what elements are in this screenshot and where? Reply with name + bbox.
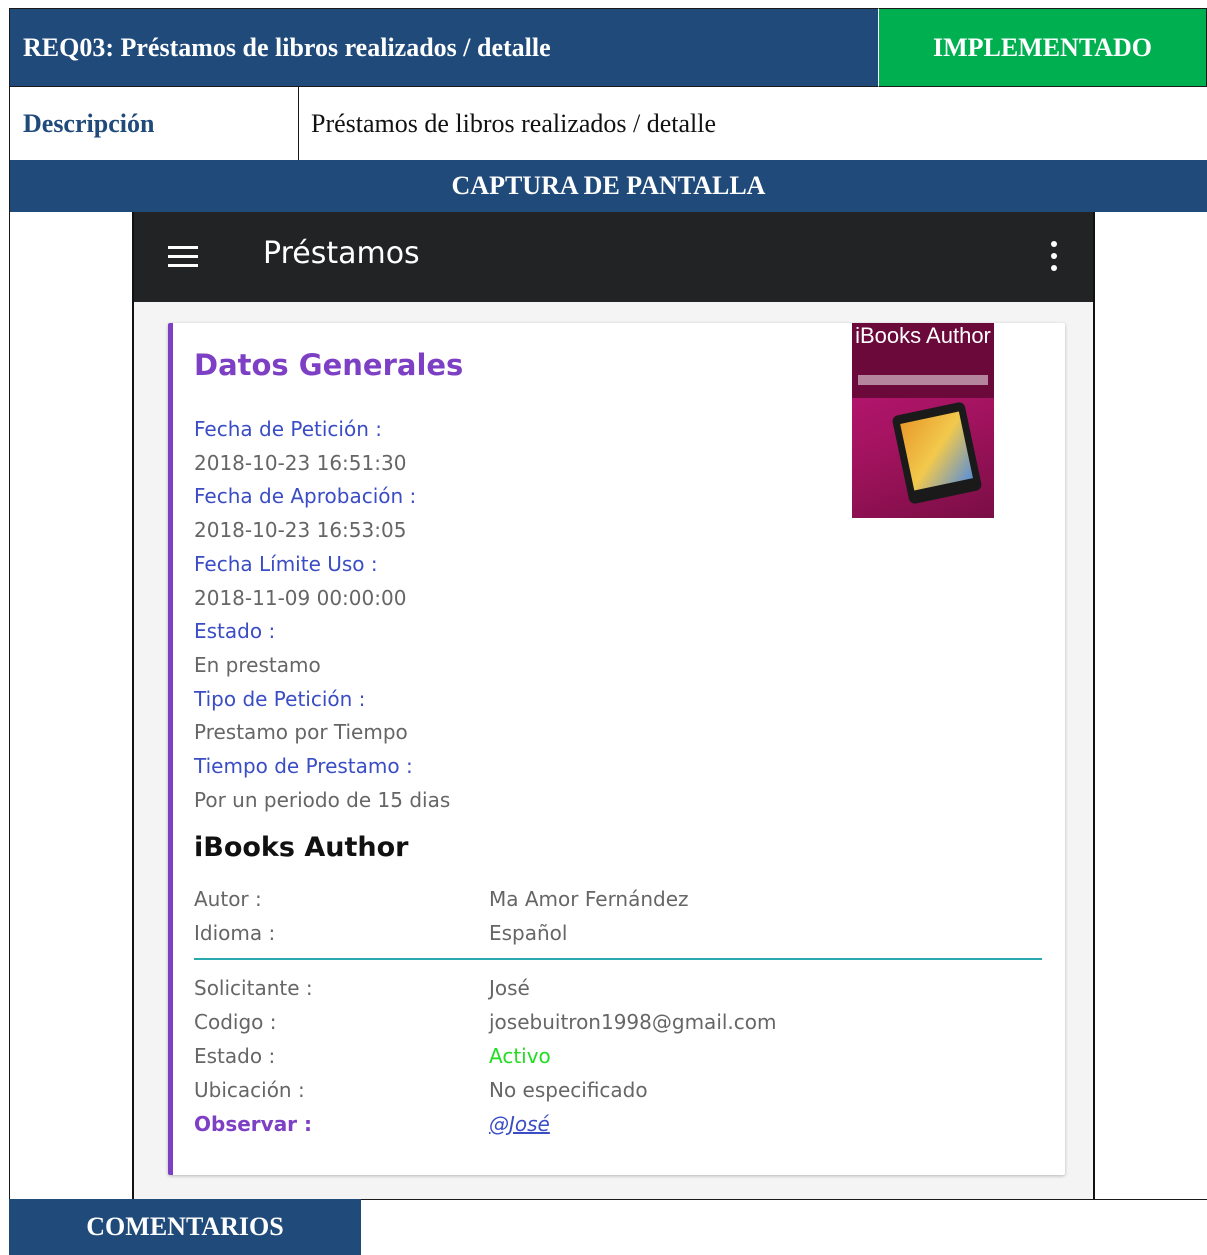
app-bar: Préstamos bbox=[134, 212, 1093, 302]
field-value: 2018-10-23 16:51:30 bbox=[194, 450, 407, 475]
loan-detail-card: Datos Generales Fecha de Petición : 2018… bbox=[168, 323, 1065, 1175]
description-value: Préstamos de libros realizados / detalle bbox=[311, 108, 717, 138]
screenshot-area: Préstamos Datos Generales Fecha de Petic… bbox=[9, 212, 1207, 1199]
field-value: 2018-11-09 00:00:00 bbox=[194, 585, 407, 610]
book-cover-title: iBooks Author bbox=[855, 323, 991, 348]
field-value: Prestamo por Tiempo bbox=[194, 720, 408, 745]
requirement-document: REQ03: Préstamos de libros realizados / … bbox=[9, 8, 1207, 1255]
field-value: En prestamo bbox=[194, 652, 321, 677]
menu-icon[interactable] bbox=[168, 246, 198, 268]
card-title: Datos Generales bbox=[194, 348, 464, 382]
detail-key: Autor : bbox=[194, 887, 262, 911]
comments-row: COMENTARIOS bbox=[9, 1199, 1207, 1255]
status-badge: IMPLEMENTADO bbox=[879, 8, 1207, 87]
detail-value: Español bbox=[489, 921, 568, 945]
comments-label: COMENTARIOS bbox=[9, 1199, 361, 1255]
requester-key: Solicitante : bbox=[194, 976, 313, 1000]
requirement-header-row: REQ03: Préstamos de libros realizados / … bbox=[9, 8, 1207, 87]
requester-value: No especificado bbox=[489, 1078, 648, 1102]
field-label: Estado : bbox=[194, 619, 276, 644]
section-divider bbox=[194, 958, 1042, 960]
description-row: Descripción Préstamos de libros realizad… bbox=[9, 87, 1207, 160]
requester-status-value: Activo bbox=[489, 1044, 551, 1068]
app-bar-title: Préstamos bbox=[263, 236, 420, 271]
requester-value: josebuitron1998@gmail.com bbox=[489, 1010, 777, 1034]
description-label: Descripción bbox=[9, 87, 299, 160]
general-data-fields: Fecha de Petición : 2018-10-23 16:51:30 … bbox=[194, 413, 450, 817]
field-label: Tiempo de Prestamo : bbox=[194, 754, 413, 779]
book-title: iBooks Author bbox=[194, 832, 409, 863]
detail-key: Idioma : bbox=[194, 921, 276, 945]
observe-label: Observar : bbox=[194, 1112, 313, 1136]
requester-key: Estado : bbox=[194, 1044, 276, 1068]
app-screenshot: Préstamos Datos Generales Fecha de Petic… bbox=[132, 212, 1095, 1199]
requirement-title: REQ03: Préstamos de libros realizados / … bbox=[9, 8, 879, 87]
requester-key: Codigo : bbox=[194, 1010, 277, 1034]
requester-key: Ubicación : bbox=[194, 1078, 305, 1102]
book-cover-image: iBooks Author bbox=[852, 323, 994, 518]
observe-user-link[interactable]: @José bbox=[489, 1107, 550, 1141]
more-vert-icon[interactable] bbox=[1051, 241, 1057, 271]
field-label: Fecha de Petición : bbox=[194, 417, 382, 441]
screenshot-section-title: CAPTURA DE PANTALLA bbox=[9, 160, 1207, 212]
field-label: Tipo de Petición : bbox=[194, 686, 366, 711]
field-label: Fecha de Aprobación : bbox=[194, 484, 417, 509]
field-label: Fecha Límite Uso : bbox=[194, 551, 378, 576]
detail-value: Ma Amor Fernández bbox=[489, 887, 689, 911]
requester-value: José bbox=[489, 976, 530, 1000]
field-value: 2018-10-23 16:53:05 bbox=[194, 518, 407, 543]
field-value: Por un periodo de 15 dias bbox=[194, 787, 451, 812]
